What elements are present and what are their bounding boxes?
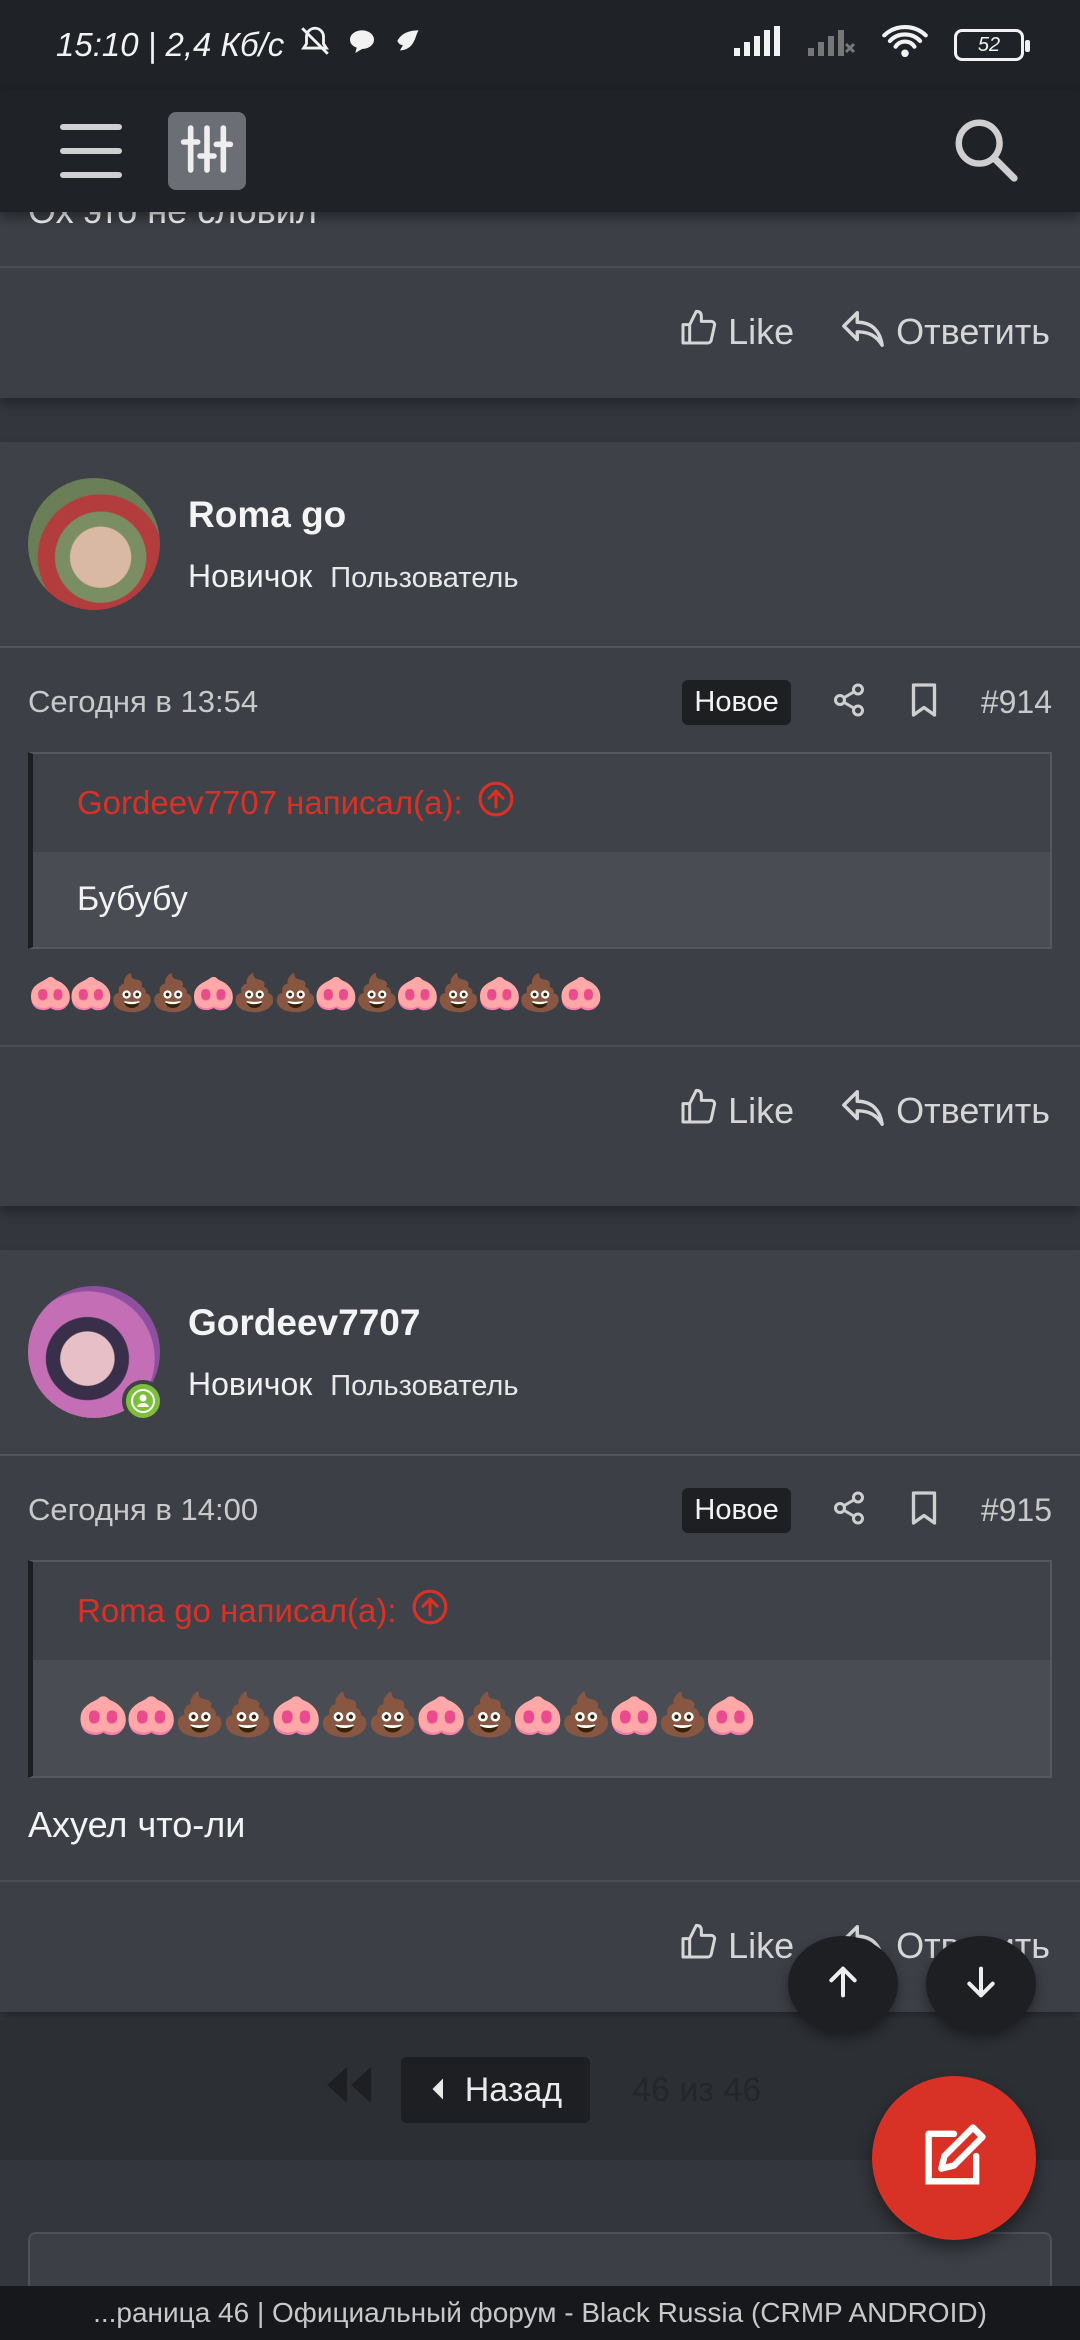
arrow-down-icon	[961, 1962, 1001, 2007]
post-914: Roma go Новичок Пользователь Сегодня в 1…	[0, 442, 1080, 1206]
menu-icon[interactable]	[60, 124, 122, 178]
back-button[interactable]: Назад	[400, 2057, 591, 2123]
online-user-icon	[122, 1380, 164, 1422]
wifi-icon	[882, 24, 928, 66]
arrow-up-circle-icon[interactable]	[411, 1588, 449, 1634]
app-header	[0, 90, 1080, 212]
username[interactable]: Gordeev7707	[188, 1302, 518, 1344]
reply-label: Ответить	[896, 1090, 1050, 1131]
battery-icon: 52	[954, 29, 1030, 61]
post-number[interactable]: #915	[981, 1492, 1052, 1529]
page-info: 46 из 46	[632, 2070, 762, 2109]
share-icon[interactable]	[831, 1490, 867, 1531]
bookmark-icon[interactable]	[907, 682, 941, 723]
page-title: ...раница 46 | Официальный форум - Black…	[0, 2286, 1080, 2340]
quote-block: Gordeev7707 написал(а): Бубубу	[28, 752, 1052, 949]
post-915: Gordeev7707 Новичок Пользователь Сегодня…	[0, 1250, 1080, 2012]
arrow-up-icon	[823, 1962, 863, 2007]
reply-button[interactable]: Ответить	[840, 1087, 1050, 1136]
thumbs-up-icon	[678, 1922, 718, 1971]
like-button[interactable]: Like	[678, 1922, 794, 1971]
quote-text: Бубубу	[33, 852, 1050, 947]
chat-icon	[346, 25, 378, 65]
reply-button[interactable]: Ответить	[840, 308, 1050, 357]
user-rank: Новичок	[188, 1365, 313, 1402]
signal-off-icon	[808, 26, 856, 64]
post-number[interactable]: #914	[981, 684, 1052, 721]
quote-text: 🐽🐽💩💩🐽💩💩🐽💩🐽💩🐽💩🐽	[33, 1660, 1050, 1776]
signal-icon	[734, 26, 782, 64]
status-bar: 15:10 | 2,4 Кб/с 52	[0, 0, 1080, 90]
scroll-up-button[interactable]	[788, 1936, 898, 2032]
filter-button[interactable]	[168, 112, 246, 190]
share-icon[interactable]	[831, 682, 867, 723]
post-date[interactable]: Сегодня в 13:54	[28, 684, 258, 720]
reply-icon	[840, 1087, 886, 1136]
bookmark-icon[interactable]	[907, 1490, 941, 1531]
post-date[interactable]: Сегодня в 14:00	[28, 1492, 258, 1528]
post-footer: Like Ответить	[0, 266, 1080, 396]
bird-icon	[392, 25, 424, 65]
new-badge: Новое	[682, 1487, 791, 1533]
edit-icon	[916, 2118, 992, 2199]
like-label: Like	[728, 1925, 795, 1966]
search-icon[interactable]	[950, 114, 1020, 189]
sliders-icon	[179, 121, 235, 182]
user-rank: Новичок	[188, 557, 313, 594]
like-button[interactable]: Like	[678, 308, 794, 357]
post-footer: Like Ответить	[0, 1045, 1080, 1175]
post-user-header: Gordeev7707 Новичок Пользователь	[0, 1250, 1080, 1456]
username[interactable]: Roma go	[188, 494, 518, 536]
like-label: Like	[728, 311, 795, 352]
compose-button[interactable]	[872, 2076, 1036, 2240]
quote-author[interactable]: Gordeev7707 написал(а):	[77, 784, 463, 822]
avatar[interactable]	[28, 1286, 164, 1422]
quote-author[interactable]: Roma go написал(а):	[77, 1592, 397, 1630]
arrow-up-circle-icon[interactable]	[477, 780, 515, 826]
user-group: Пользователь	[330, 1369, 519, 1402]
post-footer: Like Ответить	[0, 1880, 1080, 2010]
thumbs-up-icon	[678, 308, 718, 357]
like-button[interactable]: Like	[678, 1087, 794, 1136]
back-label: Назад	[464, 2070, 563, 2109]
post-user-header: Roma go Новичок Пользователь	[0, 442, 1080, 648]
thumbs-up-icon	[678, 1087, 718, 1136]
caret-left-icon	[429, 2071, 445, 2110]
first-page-icon[interactable]	[319, 2063, 375, 2118]
bell-off-icon	[298, 24, 332, 66]
like-label: Like	[728, 1090, 795, 1131]
scroll-down-button[interactable]	[926, 1936, 1036, 2032]
new-badge: Новое	[682, 679, 791, 725]
status-time: 15:10 | 2,4 Кб/с	[56, 26, 285, 63]
reply-icon	[840, 308, 886, 357]
reply-label: Ответить	[896, 311, 1050, 352]
avatar[interactable]	[28, 478, 160, 610]
quote-block: Roma go написал(а): 🐽🐽💩💩🐽💩💩🐽💩🐽💩🐽💩🐽	[28, 1560, 1052, 1778]
user-group: Пользователь	[330, 561, 519, 594]
post-text: Ахуел что-ли	[28, 1804, 246, 1845]
post-text: 🐽🐽💩💩🐽💩💩🐽💩🐽💩🐽💩🐽	[28, 972, 604, 1013]
